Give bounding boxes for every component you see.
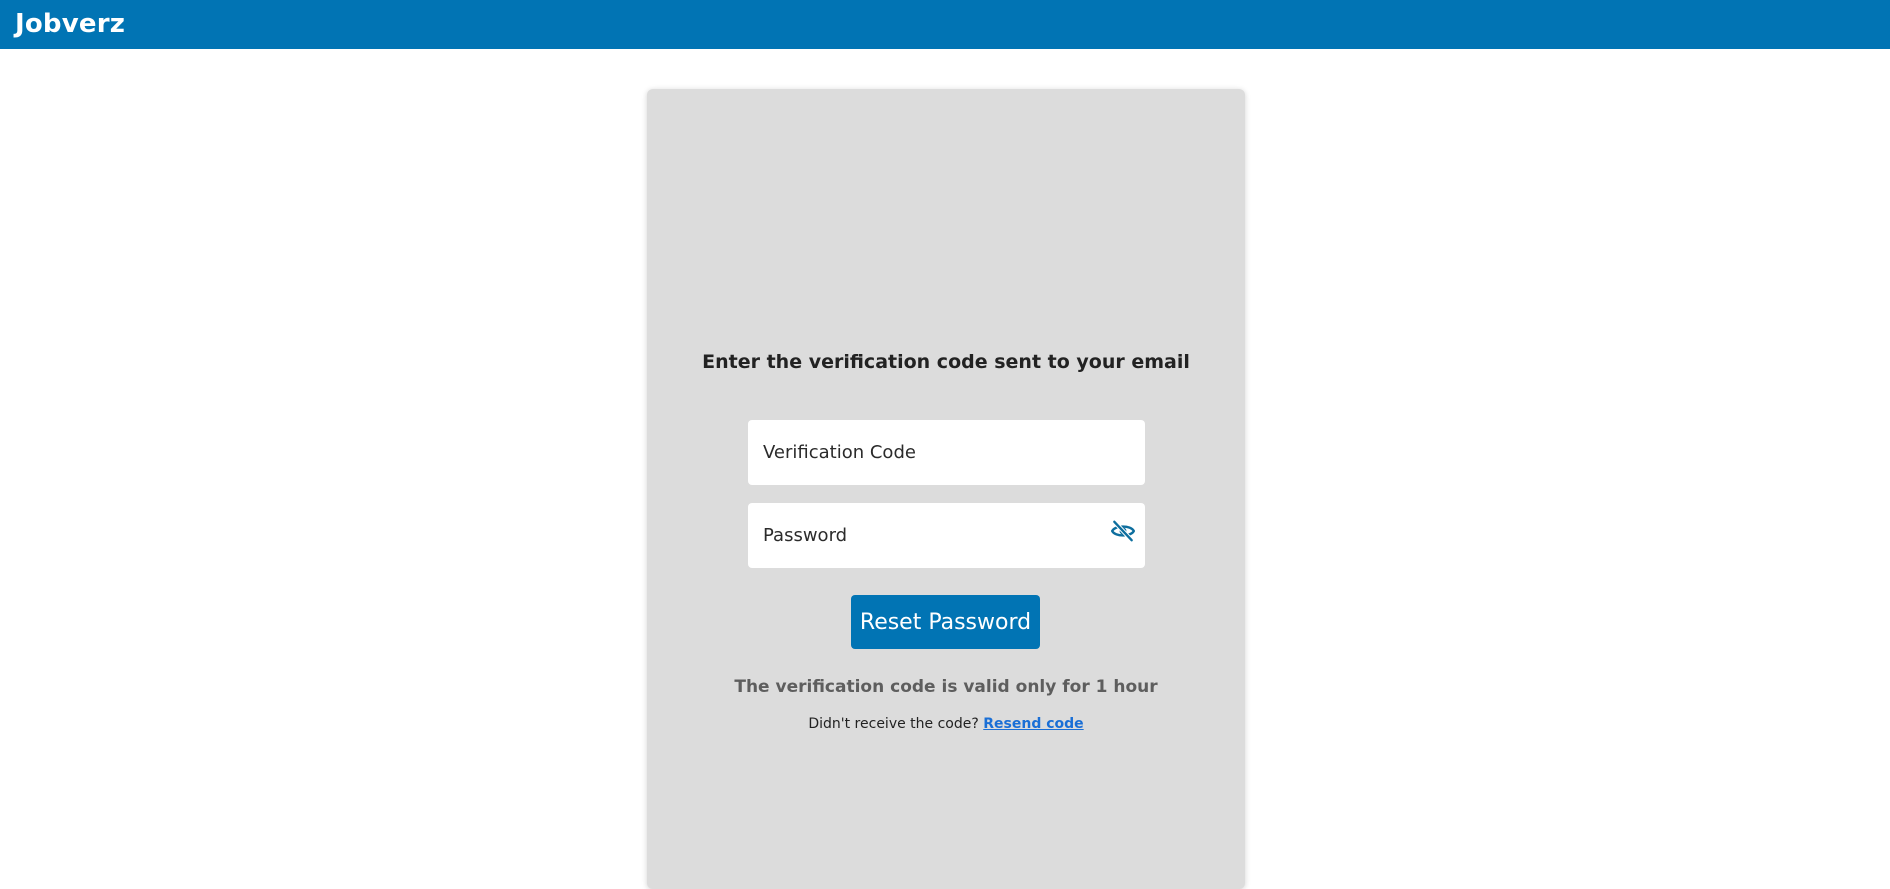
reset-password-button[interactable]: Reset Password [851,595,1040,649]
validity-note: The verification code is valid only for … [734,677,1158,697]
brand-logo[interactable]: Jobverz [15,9,125,39]
reset-password-card: Enter the verification code sent to your… [647,89,1245,889]
verification-code-input[interactable] [748,420,1145,485]
resend-prompt: Didn't receive the code? [808,716,979,732]
eye-slash-icon[interactable] [1110,518,1136,544]
form-heading: Enter the verification code sent to your… [702,351,1190,373]
password-field[interactable] [748,503,1145,568]
resend-row: Didn't receive the code? Resend code [647,716,1245,732]
top-navbar: Jobverz [0,0,1890,49]
resend-code-link[interactable]: Resend code [983,716,1083,732]
verification-code-field[interactable] [748,420,1145,485]
password-input[interactable] [748,503,1145,568]
